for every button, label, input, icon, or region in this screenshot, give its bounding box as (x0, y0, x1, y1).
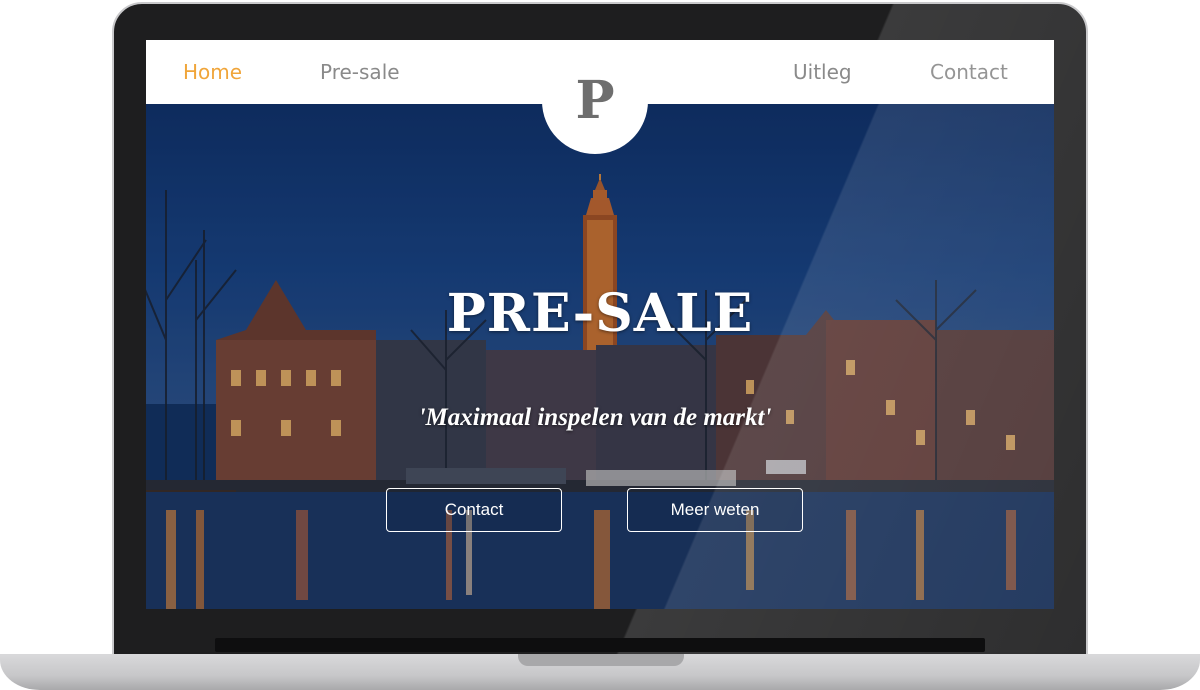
hero-overlay (146, 104, 1054, 609)
laptop-base-notch (518, 654, 684, 666)
nav-contact[interactable]: Contact (930, 60, 1008, 84)
nav-home[interactable]: Home (183, 60, 242, 84)
hero-title: PRE-SALE (446, 283, 754, 344)
nav-presale[interactable]: Pre-sale (320, 60, 400, 84)
screen-bottom-bezel (215, 638, 985, 652)
hero-subtitle: 'Maximaal inspelen van de markt' (418, 404, 772, 431)
contact-button[interactable]: Contact (386, 488, 562, 532)
nav-uitleg[interactable]: Uitleg (793, 60, 852, 84)
laptop-mockup: Home Pre-sale Uitleg Contact P PRE-SALE … (0, 0, 1200, 690)
logo-letter: P (575, 70, 615, 131)
website-screen: Home Pre-sale Uitleg Contact P PRE-SALE … (146, 40, 1054, 609)
meer-weten-button[interactable]: Meer weten (627, 488, 803, 532)
site-logo[interactable]: P (542, 48, 648, 154)
